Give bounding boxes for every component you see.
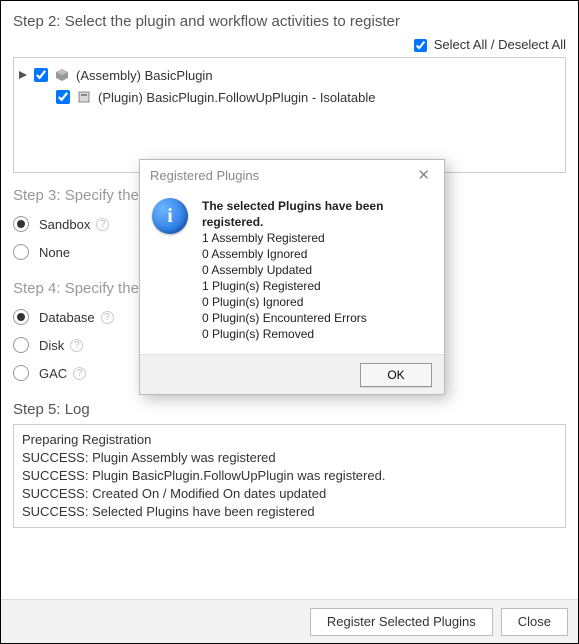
radio-sandbox-label: Sandbox [39,217,90,232]
dialog-title-text: Registered Plugins [150,168,259,183]
radio-disk[interactable] [13,337,29,353]
tree-row-plugin[interactable]: (Plugin) BasicPlugin.FollowUpPlugin - Is… [18,86,561,108]
radio-none[interactable] [13,244,29,260]
ok-button[interactable]: OK [360,363,432,387]
assembly-icon [54,67,70,83]
assembly-label: (Assembly) BasicPlugin [76,68,213,83]
dialog-message: The selected Plugins have been registere… [202,198,432,342]
step5-header: Step 5: Log [13,401,566,418]
radio-none-label: None [39,245,70,260]
close-icon[interactable]: ✕ [413,164,434,186]
select-all-checkbox[interactable] [414,39,427,52]
help-icon[interactable]: ? [96,218,109,231]
dialog-headline: The selected Plugins have been registere… [202,198,432,230]
dialog-line: 0 Assembly Ignored [202,246,432,262]
register-button[interactable]: Register Selected Plugins [310,608,493,636]
plugin-label: (Plugin) BasicPlugin.FollowUpPlugin - Is… [98,90,375,105]
dialog-line: 0 Plugin(s) Ignored [202,294,432,310]
log-line: SUCCESS: Selected Plugins have been regi… [22,503,557,521]
log-line: SUCCESS: Plugin Assembly was registered [22,449,557,467]
radio-database-label: Database [39,310,95,325]
help-icon[interactable]: ? [73,367,86,380]
radio-sandbox[interactable] [13,216,29,232]
dialog-line: 0 Plugin(s) Encountered Errors [202,310,432,326]
radio-gac-label: GAC [39,366,67,381]
help-icon[interactable]: ? [70,339,83,352]
radio-gac[interactable] [13,365,29,381]
dialog-line: 1 Plugin(s) Registered [202,278,432,294]
plugin-tree[interactable]: (Assembly) BasicPlugin (Plugin) BasicPlu… [13,57,566,173]
step2-header: Step 2: Select the plugin and workflow a… [13,13,566,30]
radio-database[interactable] [13,309,29,325]
close-button[interactable]: Close [501,608,568,636]
log-line: Preparing Registration [22,431,557,449]
dialog-line: 1 Assembly Registered [202,230,432,246]
dialog-line: 0 Plugin(s) Removed [202,326,432,342]
log-line: SUCCESS: Plugin BasicPlugin.FollowUpPlug… [22,467,557,485]
log-line: SUCCESS: Created On / Modified On dates … [22,485,557,503]
plugin-icon [76,89,92,105]
plugin-checkbox[interactable] [56,90,70,104]
radio-disk-label: Disk [39,338,64,353]
expander-icon[interactable] [18,70,28,80]
footer-bar: Register Selected Plugins Close [1,599,578,643]
tree-row-assembly[interactable]: (Assembly) BasicPlugin [18,64,561,86]
registered-plugins-dialog: Registered Plugins ✕ i The selected Plug… [139,159,445,395]
help-icon[interactable]: ? [101,311,114,324]
log-box: Preparing Registration SUCCESS: Plugin A… [13,424,566,528]
info-icon: i [152,198,188,234]
dialog-line: 0 Assembly Updated [202,262,432,278]
select-all-label: Select All / Deselect All [434,37,566,52]
assembly-checkbox[interactable] [34,68,48,82]
